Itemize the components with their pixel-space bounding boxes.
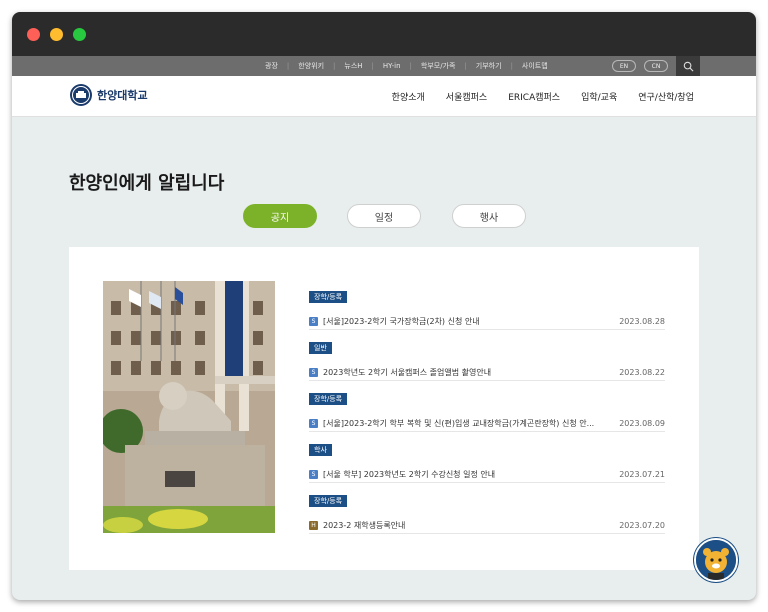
campus-badge: S bbox=[309, 469, 318, 479]
util-link-donate[interactable]: 기부하기 bbox=[467, 61, 511, 71]
util-link-hyin[interactable]: HY-in bbox=[374, 62, 410, 70]
nav-item-admission[interactable]: 입학/교육 bbox=[581, 90, 617, 103]
minimize-window-button[interactable] bbox=[50, 28, 63, 41]
tab-schedule[interactable]: 일정 bbox=[347, 204, 421, 228]
site-logo[interactable]: 한양대학교 bbox=[69, 83, 148, 107]
section-heading: 한양인에게 알립니다 bbox=[69, 173, 225, 194]
lion-mascot-icon bbox=[696, 540, 736, 580]
util-link-plaza[interactable]: 광장 bbox=[256, 61, 287, 71]
campus-badge: H bbox=[309, 520, 318, 530]
notice-date: 2023.08.09 bbox=[619, 418, 665, 428]
notice-date: 2023.08.28 bbox=[619, 316, 665, 326]
notice-date: 2023.07.21 bbox=[619, 469, 665, 479]
browser-window: 광장 | 한양위키 | 뉴스H | HY-in | 학부모/가족 | 기부하기 | 사이트맵… bbox=[12, 12, 756, 600]
notice-title[interactable]: [서울]2023-2학기 국가장학금(2차) 신청 안내 bbox=[323, 316, 603, 327]
list-item: 장학/등록 H 2023-2 재학생등록안내 2023.07.20 bbox=[309, 495, 665, 546]
tab-notice[interactable]: 공지 bbox=[243, 204, 317, 228]
notice-title[interactable]: 2023-2 재학생등록안내 bbox=[323, 520, 603, 531]
util-link-sitemap[interactable]: 사이트맵 bbox=[513, 61, 557, 71]
list-item: 장학/등록 S [서울]2023-2학기 학부 복학 및 신(편)입생 교내장학… bbox=[309, 393, 665, 444]
list-item: 학사 S [서울 학부] 2023학년도 2학기 수강신청 일정 안내 2023… bbox=[309, 444, 665, 495]
notice-title[interactable]: 2023학년도 2학기 서울캠퍼스 졸업앨범 촬영안내 bbox=[323, 367, 603, 378]
search-button[interactable] bbox=[676, 56, 700, 76]
nav-item-research[interactable]: 연구/산학/창업 bbox=[638, 90, 694, 103]
utility-bar: 광장 | 한양위키 | 뉴스H | HY-in | 학부모/가족 | 기부하기 | 사이트맵… bbox=[12, 56, 756, 76]
category-badge: 일반 bbox=[309, 342, 332, 354]
logo-text: 한양대학교 bbox=[97, 89, 148, 102]
lang-cn-button[interactable]: CN bbox=[644, 60, 668, 72]
campus-badge: S bbox=[309, 367, 318, 377]
title-bar bbox=[12, 12, 756, 56]
notice-row[interactable]: S [서울]2023-2학기 학부 복학 및 신(편)입생 교내장학금(가계곤란… bbox=[309, 415, 665, 432]
tab-events[interactable]: 행사 bbox=[452, 204, 526, 228]
campus-badge: S bbox=[309, 316, 318, 326]
nav-item-seoul-campus[interactable]: 서울캠퍼스 bbox=[446, 90, 487, 103]
category-badge: 장학/등록 bbox=[309, 393, 348, 405]
notice-date: 2023.08.22 bbox=[619, 367, 665, 377]
notice-title[interactable]: [서울]2023-2학기 학부 복학 및 신(편)입생 교내장학금(가계곤란장학… bbox=[323, 418, 603, 429]
nav-item-about[interactable]: 한양소개 bbox=[392, 90, 425, 103]
notice-date: 2023.07.20 bbox=[619, 520, 665, 530]
nav-item-erica-campus[interactable]: ERICA캠퍼스 bbox=[508, 90, 560, 103]
university-emblem-icon bbox=[70, 84, 92, 106]
campus-badge: S bbox=[309, 418, 318, 428]
category-badge: 학사 bbox=[309, 444, 332, 456]
notice-row[interactable]: H 2023-2 재학생등록안내 2023.07.20 bbox=[309, 517, 665, 534]
notice-card: 장학/등록 S [서울]2023-2학기 국가장학금(2차) 신청 안내 202… bbox=[69, 247, 699, 570]
util-link-news[interactable]: 뉴스H bbox=[335, 61, 371, 71]
campus-photo bbox=[103, 281, 275, 533]
notice-row[interactable]: S [서울 학부] 2023학년도 2학기 수강신청 일정 안내 2023.07… bbox=[309, 466, 665, 483]
notice-row[interactable]: S 2023학년도 2학기 서울캠퍼스 졸업앨범 촬영안내 2023.08.22 bbox=[309, 364, 665, 381]
list-item: 장학/등록 S [서울]2023-2학기 국가장학금(2차) 신청 안내 202… bbox=[309, 291, 665, 342]
search-icon bbox=[683, 61, 693, 71]
mascot-chatbot-button[interactable] bbox=[694, 538, 738, 582]
list-item: 일반 S 2023학년도 2학기 서울캠퍼스 졸업앨범 촬영안내 2023.08… bbox=[309, 342, 665, 393]
lang-en-button[interactable]: EN bbox=[612, 60, 636, 72]
close-window-button[interactable] bbox=[27, 28, 40, 41]
category-badge: 장학/등록 bbox=[309, 495, 348, 507]
maximize-window-button[interactable] bbox=[73, 28, 86, 41]
util-link-parents[interactable]: 학부모/가족 bbox=[412, 61, 465, 71]
notice-tabs: 공지 일정 행사 bbox=[12, 204, 756, 228]
notice-row[interactable]: S [서울]2023-2학기 국가장학금(2차) 신청 안내 2023.08.2… bbox=[309, 313, 665, 330]
util-link-wiki[interactable]: 한양위키 bbox=[289, 61, 333, 71]
notice-title[interactable]: [서울 학부] 2023학년도 2학기 수강신청 일정 안내 bbox=[323, 469, 603, 480]
category-badge: 장학/등록 bbox=[309, 291, 348, 303]
main-nav: 한양대학교 한양소개 서울캠퍼스 ERICA캠퍼스 입학/교육 연구/산학/창업 bbox=[12, 76, 756, 117]
notice-list: 장학/등록 S [서울]2023-2학기 국가장학금(2차) 신청 안내 202… bbox=[309, 291, 665, 546]
